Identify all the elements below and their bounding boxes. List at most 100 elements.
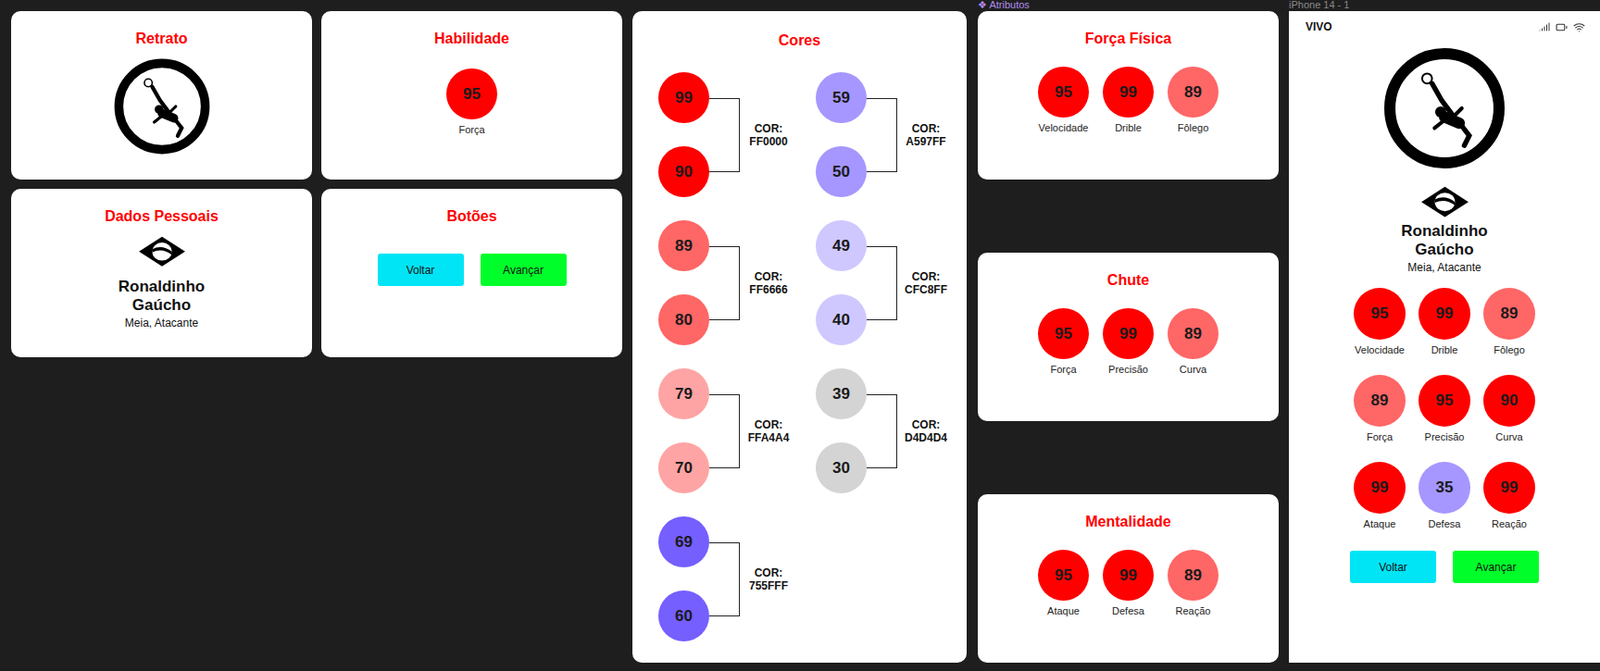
stat-label: Ataque xyxy=(1363,518,1397,531)
next-button[interactable]: Avançar xyxy=(1452,550,1539,584)
card-title: Força Física xyxy=(1085,29,1172,49)
stat-row: 95Ataque99Defesa89Reação xyxy=(1035,550,1223,618)
stat-item: 99Ataque xyxy=(1350,462,1409,531)
stat-item: 89Força xyxy=(1350,375,1409,444)
attribute-card: Chute95Força99Precisão89Curva xyxy=(977,252,1279,422)
stat-item: 95Velocidade xyxy=(1035,66,1093,135)
stat-circle: 89 xyxy=(1167,66,1219,118)
stat-circle: 50 xyxy=(815,146,867,198)
back-button[interactable]: Voltar xyxy=(377,253,464,287)
stat-circle: 99 xyxy=(658,72,710,124)
skill-card: Habilidade95Força xyxy=(321,11,623,180)
brazil-logo-icon xyxy=(1419,185,1471,219)
stat-circle: 99 xyxy=(1418,287,1471,340)
stat-label: Defesa xyxy=(1428,518,1462,531)
player-name: Ronaldinho Gaúcho xyxy=(111,277,213,315)
carrier: VIVO xyxy=(1305,20,1333,34)
brazil-logo-icon xyxy=(137,235,188,269)
stat-label: Drible xyxy=(1114,122,1142,135)
attributes-list: Força Física95Velocidade99Drible89Fôlego… xyxy=(977,11,1279,663)
stat-row: 95Força99Precisão89Curva xyxy=(1035,308,1223,376)
stat-circle: 40 xyxy=(815,294,867,346)
phone-stats: 95Velocidade99Drible89Fôlego89Força95Pre… xyxy=(1350,287,1538,531)
stat-circle: 59 xyxy=(815,72,867,124)
card-title: Chute xyxy=(1107,271,1150,290)
colors-card: Cores9990COR:FF00008980COR:FF66667970COR… xyxy=(632,11,967,663)
battery-icon xyxy=(1555,21,1568,34)
stat-item: 95Ataque xyxy=(1035,550,1093,618)
stat-item: 95Força xyxy=(1035,308,1093,376)
stat-circle: 99 xyxy=(1483,462,1536,514)
stat-item: 95Força xyxy=(443,68,501,137)
stat-circle: 99 xyxy=(1102,308,1154,360)
stat-circle: 99 xyxy=(1102,66,1154,118)
stat-item: 99 Reação xyxy=(1480,462,1538,531)
stat-label: Reação xyxy=(1491,518,1527,531)
stat-label: Precisão xyxy=(1108,363,1149,376)
frame-label: ❖ Atributos xyxy=(977,0,1279,12)
person-info: Ronaldinho GaúchoMeia, Atacante xyxy=(1393,222,1496,275)
stat-item: 99Defesa xyxy=(1100,550,1158,618)
stat-item: 35Defesa xyxy=(1415,462,1474,531)
color-circles: 4940 xyxy=(815,220,867,346)
status-icons xyxy=(1538,21,1586,34)
color-label: COR:FF6666 xyxy=(745,270,792,297)
card-title: Retrato xyxy=(135,29,188,49)
stat-circle: 89 xyxy=(1167,308,1219,360)
color-circles: 9990 xyxy=(658,72,710,198)
stat-label: Fôlego xyxy=(1493,344,1525,357)
person-info: Ronaldinho GaúchoMeia, Atacante xyxy=(111,277,213,331)
phone-column: iPhone 14 - 1VIVORonaldinho GaúchoMeia, … xyxy=(1288,0,1600,663)
player-name: Ronaldinho Gaúcho xyxy=(1393,222,1496,260)
stat-circle: 70 xyxy=(658,442,710,494)
stat-label: Velocidade xyxy=(1354,344,1405,357)
bracket-line xyxy=(709,246,740,321)
stat-label: Fôlego xyxy=(1177,122,1210,135)
player-positions: Meia, Atacante xyxy=(125,316,199,331)
personal-card: Dados Pessoais Ronaldinho GaúchoMeia, Ata… xyxy=(11,188,313,358)
wifi-icon xyxy=(1573,21,1586,34)
stat-item: 90 Curva xyxy=(1480,375,1538,444)
color-group: 9990COR:FF0000 xyxy=(658,72,792,198)
color-label: COR:755FFF xyxy=(745,566,792,593)
attribute-card: Força Física 95Velocidade99 Drible 89 Fôlego xyxy=(977,11,1279,180)
stat-circle: 30 xyxy=(815,442,867,494)
stat-circle: 95 xyxy=(1418,375,1471,427)
stat-label: Força xyxy=(458,124,485,137)
bracket-line xyxy=(866,394,898,469)
stat-circle: 95 xyxy=(1037,308,1089,360)
stat-row: 95Velocidade99 Drible 89 Fôlego xyxy=(1035,66,1223,135)
stat-item: 99 Drible xyxy=(1100,66,1158,135)
next-button[interactable]: Avançar xyxy=(480,253,567,287)
color-label: COR:D4D4D4 xyxy=(902,418,950,445)
stat-circle: 80 xyxy=(658,294,710,346)
stat-label: Ataque xyxy=(1047,605,1080,618)
back-button[interactable]: Voltar xyxy=(1350,550,1437,584)
stat-item: 95Precisão xyxy=(1415,375,1474,444)
stat-label: Drible xyxy=(1431,344,1459,357)
stat-item: 99 Drible xyxy=(1415,287,1474,357)
stat-circle: 49 xyxy=(815,220,867,272)
color-columns: 9990COR:FF00008980COR:FF66667970COR:FFA4… xyxy=(658,72,967,642)
button-row: Voltar Avançar xyxy=(1350,550,1539,584)
status-bar: VIVO xyxy=(1288,18,1600,36)
stat-circle: 60 xyxy=(658,590,710,642)
stat-circle: 39 xyxy=(815,368,867,420)
stat-item: 95Velocidade xyxy=(1350,287,1409,357)
card-title: Dados Pessoais xyxy=(104,207,219,226)
color-column: 5950COR:A597FF4940COR:CFC8FF3930COR:D4D4… xyxy=(815,72,950,642)
stat-circle: 90 xyxy=(658,146,710,198)
phone-portrait xyxy=(1382,46,1507,175)
stat-circle: 90 xyxy=(1483,375,1536,427)
stat-item: 89 Fôlego xyxy=(1164,66,1223,135)
card-title: Mentalidade xyxy=(1085,512,1171,532)
card-title: Botões xyxy=(446,207,497,226)
player-portrait-icon xyxy=(1382,46,1507,171)
stat-label: Curva xyxy=(1495,431,1523,444)
card-title: Cores xyxy=(778,31,821,50)
stat-circle: 99 xyxy=(1102,550,1154,601)
color-label: COR:A597FF xyxy=(902,122,950,149)
buttons-card: Botões Voltar Avançar xyxy=(321,188,623,358)
phone-logo xyxy=(1419,185,1471,223)
color-group: 8980COR:FF6666 xyxy=(658,220,792,346)
